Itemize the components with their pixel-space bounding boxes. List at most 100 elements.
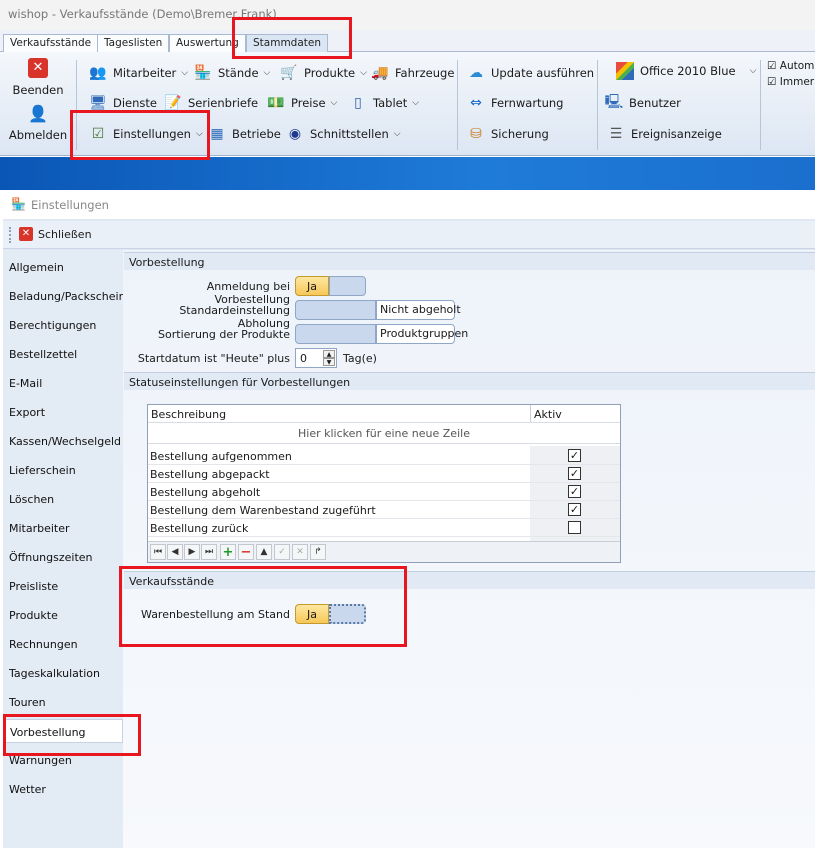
building-icon: ▦ [210, 126, 224, 142]
column-divider [530, 405, 531, 422]
fahrzeuge-label: Fahrzeuge [395, 66, 455, 80]
nav-item-loeschen[interactable]: Löschen [9, 493, 54, 506]
row-active-checkbox[interactable]: ✓ [568, 503, 581, 516]
toggle-on: Ja [295, 276, 329, 296]
row-active-checkbox[interactable] [568, 521, 581, 534]
tab-tageslisten[interactable]: Tageslisten [97, 34, 170, 52]
highlight-box-einstellungen [70, 110, 210, 160]
first-record-icon[interactable]: ⏮ [150, 544, 166, 560]
option-2-label: Immer i [779, 76, 815, 88]
nav-item-bestellzettel[interactable]: Bestellzettel [9, 348, 77, 361]
cancel-edit-icon[interactable]: ✕ [292, 544, 308, 560]
table-row[interactable]: Bestellung dem Warenbestand zugeführt ✓ [148, 501, 620, 519]
staende-button[interactable]: 🏪 Stände ⌵ [193, 62, 270, 84]
betriebe-button[interactable]: ▦ Betriebe [207, 123, 281, 145]
nav-item-lieferschein[interactable]: Lieferschein [9, 464, 76, 477]
nav-item-export[interactable]: Export [9, 406, 45, 419]
ribbon-separator [760, 60, 761, 150]
theme-palette-icon [615, 62, 635, 80]
nav-item-wetter[interactable]: Wetter [9, 783, 46, 796]
edit-record-icon[interactable]: ▲ [256, 544, 272, 560]
highlight-box-vorbestellung [3, 714, 141, 756]
tablet-label: Tablet [373, 96, 408, 110]
sicherung-label: Sicherung [491, 127, 549, 141]
tab-verkaufsstaende[interactable]: Verkaufsstände [3, 34, 99, 52]
abholung-selector[interactable]: Nicht abgeholt [295, 300, 461, 320]
nav-item-mitarbeiter[interactable]: Mitarbeiter [9, 522, 70, 535]
ereignisanzeige-button[interactable]: ☰ Ereignisanzeige [606, 123, 722, 145]
table-row[interactable]: Bestellung zurück [148, 519, 620, 537]
price-tag-icon: 💵 [267, 95, 285, 111]
update-button[interactable]: ☁ Update ausführen [466, 62, 594, 84]
ribbon-separator [597, 60, 598, 150]
close-red-icon: ✕ [19, 227, 33, 241]
preise-button[interactable]: 💵 Preise ⌵ [266, 92, 337, 114]
nav-item-kassen[interactable]: Kassen/Wechselgeld [9, 435, 121, 448]
chevron-down-icon: ⌵ [412, 98, 420, 108]
anmeldung-toggle[interactable]: Ja [295, 276, 366, 296]
highlight-box-stammdaten [232, 17, 352, 59]
staende-label: Stände [218, 66, 259, 80]
spin-up-icon[interactable]: ▲ [323, 350, 335, 358]
startdatum-label: Startdatum ist "Heute" plus [137, 352, 290, 365]
nav-item-beladung[interactable]: Beladung/Packschein [9, 290, 126, 303]
close-window-button[interactable]: ✕ Schließen [19, 227, 92, 241]
post-edit-icon[interactable]: ✓ [274, 544, 290, 560]
nav-item-allgemein[interactable]: Allgemein [9, 261, 64, 274]
close-window-label: Schließen [38, 227, 92, 241]
table-row[interactable]: Bestellung abgepackt ✓ [148, 465, 620, 483]
beenden-button[interactable]: ✕ Beenden [8, 58, 68, 98]
nav-item-email[interactable]: E-Mail [9, 377, 42, 390]
schnittstellen-label: Schnittstellen [310, 127, 389, 141]
abmelden-button[interactable]: 👤 Abmelden [6, 104, 70, 148]
nav-item-tageskalkulation[interactable]: Tageskalkulation [9, 667, 100, 680]
produkte-button[interactable]: 🛒 Produkte ⌵ [279, 62, 367, 84]
last-record-icon[interactable]: ⏭ [201, 544, 217, 560]
nav-item-rechnungen[interactable]: Rechnungen [9, 638, 78, 651]
betriebe-label: Betriebe [232, 127, 281, 141]
spin-down-icon[interactable]: ▼ [323, 358, 335, 366]
delete-record-icon[interactable]: − [238, 544, 254, 560]
window-title-bar: 🏪 Einstellungen [3, 190, 815, 220]
nav-item-produkte[interactable]: Produkte [9, 609, 58, 622]
column-header-aktiv[interactable]: Aktiv [534, 408, 562, 421]
benutzer-button[interactable]: 🖳 Benutzer [604, 92, 681, 114]
fernwartung-button[interactable]: ⇔ Fernwartung [466, 92, 563, 114]
nav-item-berechtigungen[interactable]: Berechtigungen [9, 319, 96, 332]
produkte-label: Produkte [304, 66, 356, 80]
fahrzeuge-button[interactable]: 🚚 Fahrzeuge [370, 62, 454, 84]
option-checkbox-1[interactable]: ☑ Automa [767, 60, 815, 72]
table-row[interactable]: Bestellung aufgenommen ✓ [148, 447, 620, 465]
next-record-icon[interactable]: ▶ [184, 544, 200, 560]
row-active-checkbox[interactable]: ✓ [568, 467, 581, 480]
toolbar-grip [9, 227, 11, 243]
sortierung-selector[interactable]: Produktgruppen [295, 324, 468, 344]
new-row-placeholder[interactable]: Hier klicken für eine neue Zeile [148, 422, 620, 444]
nav-item-preisliste[interactable]: Preisliste [9, 580, 58, 593]
nav-item-oeffnungszeiten[interactable]: Öffnungszeiten [9, 551, 93, 564]
row-active-checkbox[interactable]: ✓ [568, 449, 581, 462]
startdatum-spinner[interactable]: 0 ▲ ▼ [295, 348, 337, 368]
row-description: Bestellung abgeholt [150, 486, 261, 499]
schnittstellen-button[interactable]: ◉ Schnittstellen ⌵ [285, 123, 401, 145]
chevron-down-icon: ⌵ [749, 66, 757, 76]
refresh-icon[interactable]: ↱ [310, 544, 326, 560]
users-icon: 👥 [89, 65, 107, 81]
table-row[interactable]: Bestellung abgeholt ✓ [148, 483, 620, 501]
nav-item-touren[interactable]: Touren [9, 696, 46, 709]
cloud-download-icon: ☁ [469, 65, 483, 81]
mitarbeiter-label: Mitarbeiter [113, 66, 177, 80]
mitarbeiter-button[interactable]: 👥 Mitarbeiter ⌵ [88, 62, 188, 84]
sicherung-button[interactable]: ⛁ Sicherung [466, 123, 549, 145]
abholung-label: Standardeinstellung Abholung [179, 304, 290, 330]
row-active-checkbox[interactable]: ✓ [568, 485, 581, 498]
window-title: Einstellungen [31, 198, 109, 212]
theme-selector[interactable]: Office 2010 Blue ⌵ [615, 60, 756, 82]
column-header-beschreibung[interactable]: Beschreibung [151, 408, 226, 421]
grid-navigator [148, 541, 620, 562]
benutzer-label: Benutzer [629, 96, 681, 110]
add-record-icon[interactable]: + [220, 544, 236, 560]
tablet-button[interactable]: ▯ Tablet ⌵ [348, 92, 419, 114]
option-checkbox-2[interactable]: ☑ Immer i [767, 76, 815, 88]
prev-record-icon[interactable]: ◀ [167, 544, 183, 560]
